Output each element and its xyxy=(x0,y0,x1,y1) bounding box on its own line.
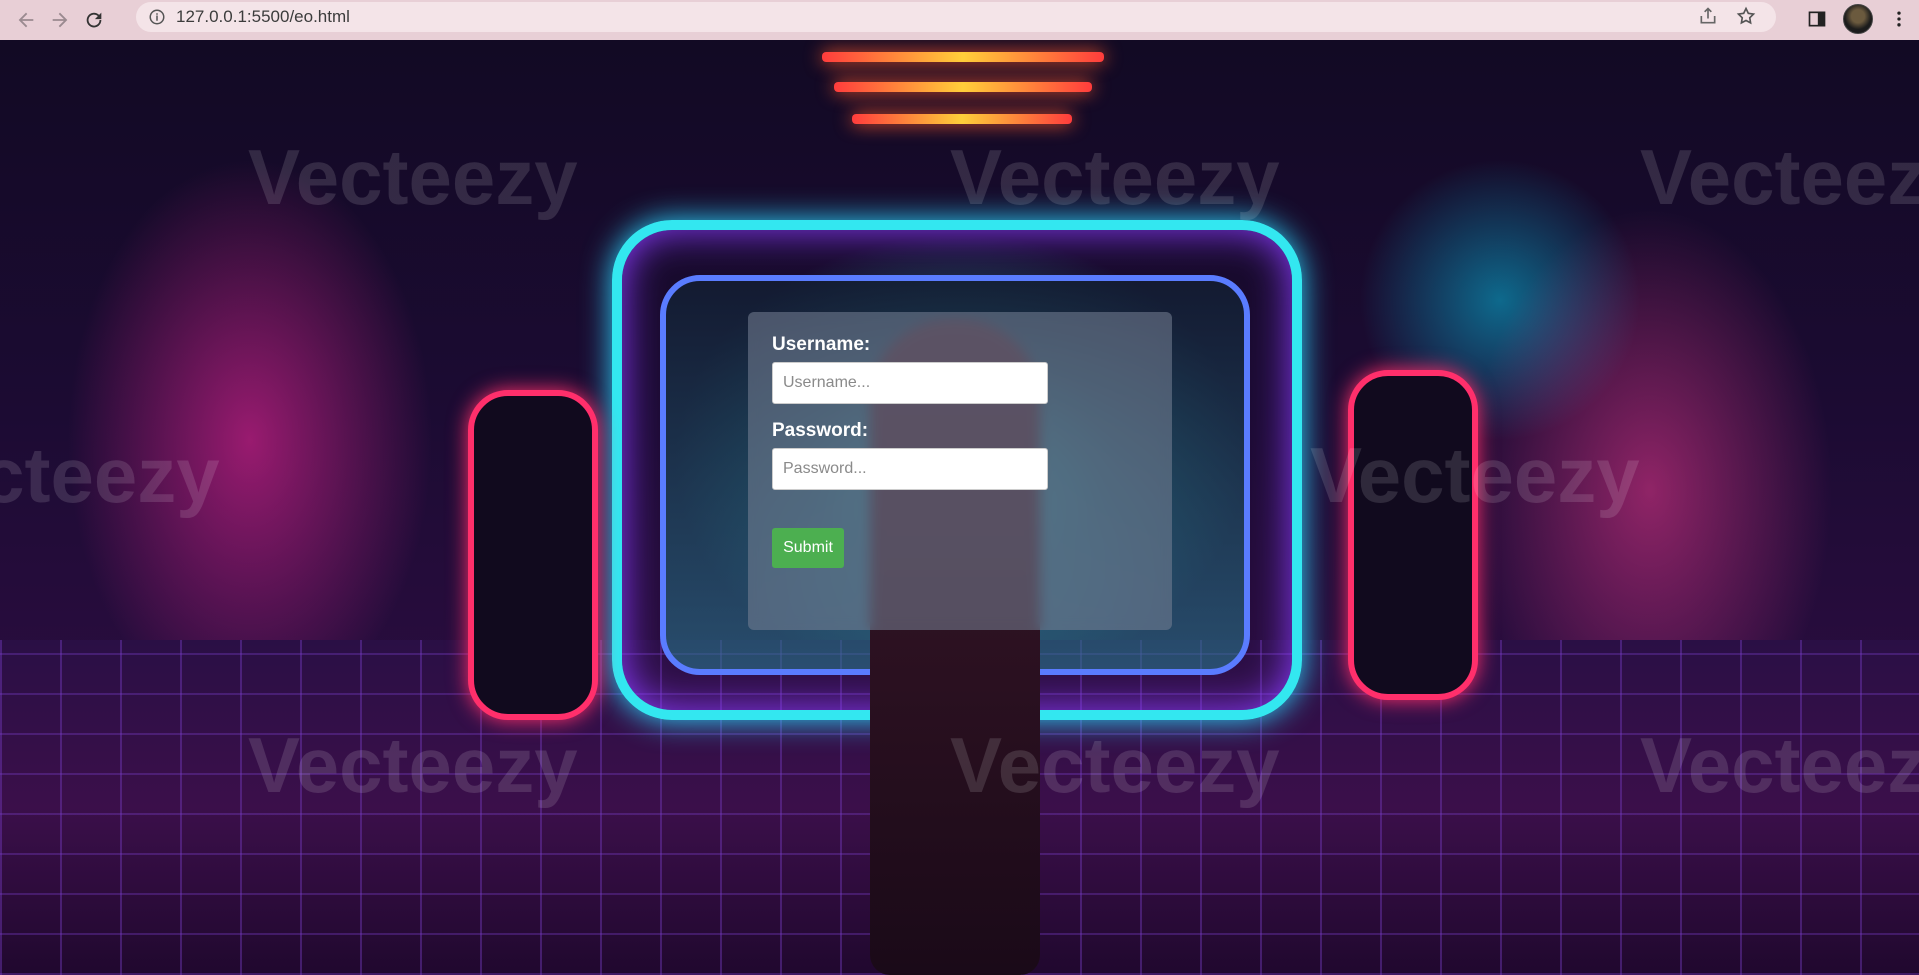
arrow-left-icon xyxy=(18,12,34,28)
watermark: Vecteezy xyxy=(0,431,220,519)
info-icon[interactable] xyxy=(148,8,166,26)
url-text[interactable]: 127.0.0.1:5500/eo.html xyxy=(176,7,350,27)
watermark: Vecteezy xyxy=(1640,721,1919,809)
watermark: Vecteezy xyxy=(950,133,1280,221)
side-panel-icon[interactable] xyxy=(1807,9,1827,29)
watermark: Vecteezy xyxy=(248,133,578,221)
address-bar[interactable]: 127.0.0.1:5500/eo.html xyxy=(136,2,1776,32)
ceiling-light xyxy=(822,52,1104,62)
ceiling-light xyxy=(852,114,1072,124)
share-icon[interactable] xyxy=(1698,6,1718,26)
watermark: Vecteezy xyxy=(950,721,1280,809)
login-form: Username: Password: Submit xyxy=(748,312,1172,630)
browser-toolbar: 127.0.0.1:5500/eo.html xyxy=(0,0,1919,40)
reload-icon xyxy=(86,12,102,28)
chrome-right-actions xyxy=(1807,4,1909,34)
watermark: Vecteezy xyxy=(1640,133,1919,221)
more-vertical-icon[interactable] xyxy=(1889,9,1909,29)
ceiling-light xyxy=(834,82,1092,92)
watermark: Vecteezy xyxy=(248,721,578,809)
star-icon[interactable] xyxy=(1736,6,1756,26)
submit-button[interactable]: Submit xyxy=(772,528,844,568)
address-bar-actions xyxy=(1698,6,1756,26)
arrow-right-icon xyxy=(52,12,68,28)
profile-avatar[interactable] xyxy=(1843,4,1873,34)
right-speaker xyxy=(1348,370,1478,700)
left-speaker xyxy=(468,390,598,720)
username-label: Username: xyxy=(772,334,871,355)
watermark: Vecteezy xyxy=(1310,431,1640,519)
back-button[interactable] xyxy=(14,8,38,32)
password-input[interactable] xyxy=(772,448,1048,490)
forward-button[interactable] xyxy=(48,8,72,32)
reload-button[interactable] xyxy=(82,8,106,32)
username-input[interactable] xyxy=(772,362,1048,404)
password-label: Password: xyxy=(772,420,869,441)
